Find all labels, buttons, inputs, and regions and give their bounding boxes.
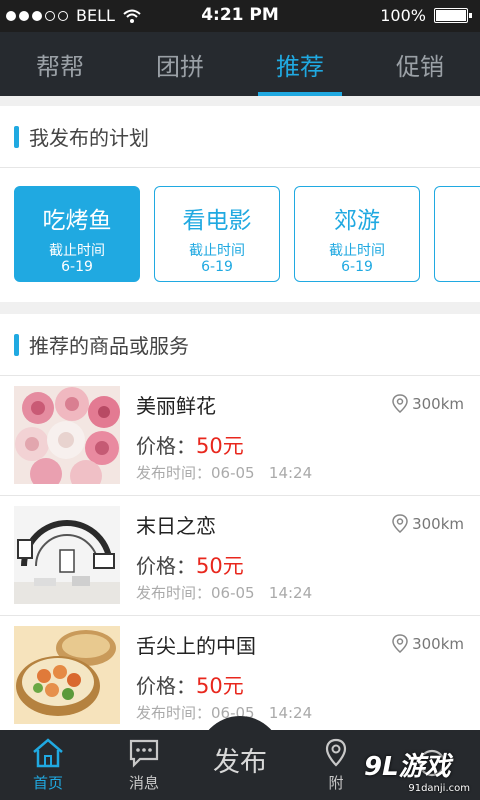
room-image (14, 506, 120, 604)
top-tab-bar: 帮帮 团拼 推荐 促销 (0, 32, 480, 96)
nav-home-label: 首页 (32, 773, 63, 792)
tab-group-buy[interactable]: 团拼 (120, 32, 240, 96)
distance-value: 300km (412, 635, 464, 653)
location-pin-icon (392, 634, 408, 653)
time-value: 06-05 14:24 (211, 464, 313, 482)
section-title: 我发布的计划 (29, 126, 149, 150)
tab-promotion[interactable]: 促销 (360, 32, 480, 96)
plan-card[interactable]: 郊游 截止时间 6-19 (294, 186, 420, 282)
section-title: 推荐的商品或服务 (29, 334, 189, 358)
price-value: 50元 (196, 434, 244, 458)
tab-recommend[interactable]: 推荐 (240, 32, 360, 96)
item-distance: 300km (392, 394, 464, 414)
price-label: 价格： (136, 674, 196, 698)
distance-value: 300km (412, 515, 464, 533)
list-item[interactable]: 美丽鲜花 价格：50元 发布时间：06-05 14:24 300km (0, 376, 480, 496)
plans-list: 吃烤鱼 截止时间 6-19 看电影 截止时间 6-19 郊游 截止时间 6-19 (14, 186, 480, 282)
publish-button[interactable]: 发布 (192, 740, 288, 779)
nav-nearby-label: 附 (328, 773, 344, 792)
price-label: 价格： (136, 554, 196, 578)
item-time: 发布时间：06-05 14:24 (136, 462, 312, 483)
time-label: 发布时间： (136, 464, 212, 482)
plan-deadline-label: 截止时间 (189, 243, 245, 259)
recommended-section: 推荐的商品或服务 美丽鲜花 价格：50元 发布时间：06-05 14:24 30… (0, 314, 480, 736)
location-pin-icon (325, 738, 347, 767)
plan-deadline-label: 截止时间 (329, 243, 385, 259)
time-label: 发布时间： (136, 584, 212, 602)
location-pin-icon (392, 394, 408, 413)
section-marker (14, 125, 19, 148)
nav-messages-label: 消息 (128, 773, 159, 792)
home-icon (33, 737, 63, 767)
plan-deadline-label: 截止时间 (49, 243, 105, 259)
time-label: 发布时间： (136, 704, 212, 722)
plan-name: 看电影 (182, 208, 252, 234)
plan-deadline: 6-19 (341, 259, 373, 275)
price-value: 50元 (196, 554, 244, 578)
watermark-domain: 91danji.com (408, 783, 470, 794)
flowers-image (14, 386, 120, 484)
item-name: 美丽鲜花 (136, 394, 216, 418)
plan-card-partial[interactable] (434, 186, 480, 282)
distance-value: 300km (412, 395, 464, 413)
plan-card[interactable]: 吃烤鱼 截止时间 6-19 (14, 186, 140, 282)
section-header: 推荐的商品或服务 (0, 314, 480, 376)
watermark-text: 9L游戏 (364, 752, 451, 782)
plan-card[interactable]: 看电影 截止时间 6-19 (154, 186, 280, 282)
plan-deadline: 6-19 (201, 259, 233, 275)
item-time: 发布时间：06-05 14:24 (136, 582, 312, 603)
item-price: 价格：50元 (136, 550, 244, 580)
item-distance: 300km (392, 634, 464, 654)
my-plans-section: 我发布的计划 吃烤鱼 截止时间 6-19 看电影 截止时间 6-19 郊游 截止… (0, 106, 480, 302)
nav-messages[interactable]: 消息 (96, 730, 192, 800)
battery-icon (434, 8, 472, 23)
list-item[interactable]: 末日之恋 价格：50元 发布时间：06-05 14:24 300km (0, 496, 480, 616)
recommended-list: 美丽鲜花 价格：50元 发布时间：06-05 14:24 300km 末日之恋 … (0, 376, 480, 736)
item-name: 末日之恋 (136, 514, 216, 538)
item-name: 舌尖上的中国 (136, 634, 256, 658)
price-label: 价格： (136, 434, 196, 458)
message-icon (129, 739, 159, 768)
watermark-logo: 9L游戏 91danji.com (364, 746, 476, 798)
item-price: 价格：50元 (136, 670, 244, 700)
food-image (14, 626, 120, 724)
plan-name: 吃烤鱼 (42, 208, 112, 234)
plan-deadline: 6-19 (61, 259, 93, 275)
status-bar: BELL 4:21 PM 100% (0, 0, 480, 32)
time-value: 06-05 14:24 (211, 584, 313, 602)
item-distance: 300km (392, 514, 464, 534)
section-header: 我发布的计划 (0, 106, 480, 168)
price-value: 50元 (196, 674, 244, 698)
nav-home[interactable]: 首页 (0, 730, 96, 800)
plan-name: 郊游 (334, 208, 380, 234)
location-pin-icon (392, 514, 408, 533)
item-price: 价格：50元 (136, 430, 244, 460)
battery-percent: 100% (380, 6, 426, 25)
tab-bangbang[interactable]: 帮帮 (0, 32, 120, 96)
section-marker (14, 333, 19, 356)
